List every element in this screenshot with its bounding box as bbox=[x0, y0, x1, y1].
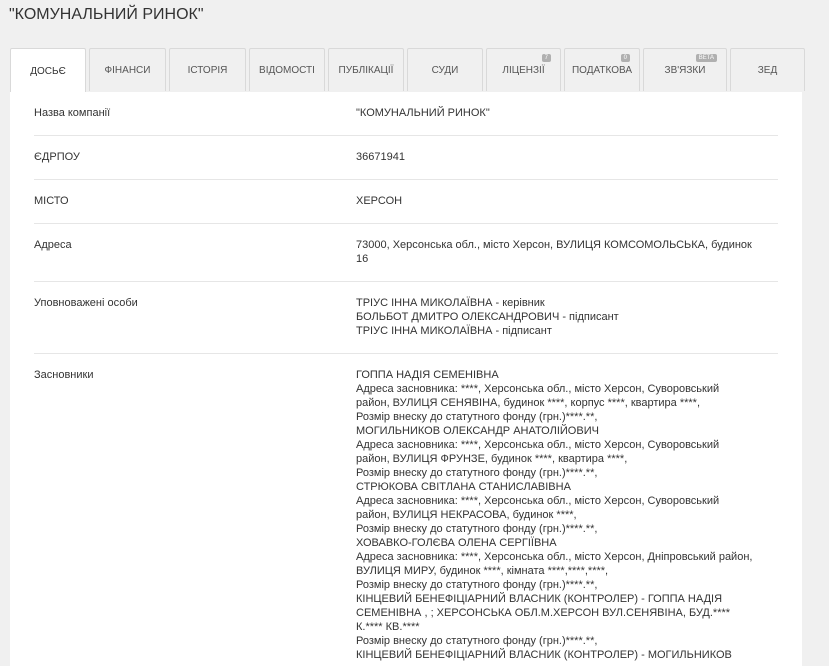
founder-line: К.**** КВ.**** bbox=[356, 621, 420, 633]
field-value: 73000, Херсонська обл., місто Херсон, ВУ… bbox=[356, 238, 770, 266]
row-address: Адреса 73000, Херсонська обл., місто Хер… bbox=[34, 224, 778, 282]
field-value: ГОППА НАДІЯ СЕМЕНІВНА Адреса засновника:… bbox=[356, 368, 770, 662]
tab-label: ФІНАНСИ bbox=[104, 64, 151, 76]
row-founders: Засновники ГОППА НАДІЯ СЕМЕНІВНА Адреса … bbox=[34, 354, 778, 666]
founder-line: Адреса засновника: ****, Херсонська обл.… bbox=[356, 383, 720, 395]
address-line: 73000, Херсонська обл., місто Херсон, ВУ… bbox=[356, 239, 752, 251]
tab-badge: Beta bbox=[695, 54, 717, 62]
tab-label: ЗВ'ЯЗКИ bbox=[664, 64, 706, 76]
founder-line: ВУЛИЦЯ МИРУ, будинок ****, кімната ****,… bbox=[356, 565, 609, 577]
founder-line: Адреса засновника: ****, Херсонська обл.… bbox=[356, 495, 720, 507]
founder-line: район, ВУЛИЦЯ НЕКРАСОВА, будинок ****, bbox=[356, 509, 577, 521]
tab-tax[interactable]: ПОДАТКОВА 0 bbox=[564, 48, 640, 91]
founder-line: Розмір внеску до статутного фонду (грн.)… bbox=[356, 523, 598, 535]
founder-line: МОГИЛЬНИКОВ ОЛЕКСАНДР АНАТОЛІЙОВИЧ bbox=[356, 425, 599, 437]
address-line: 16 bbox=[356, 253, 369, 265]
founder-line: СЕМЕНІВНА , ; ХЕРСОНСЬКА ОБЛ.М.ХЕРСОН ВУ… bbox=[356, 607, 731, 619]
row-company-name: Назва компанії "КОМУНАЛЬНИЙ РИНОК" bbox=[34, 92, 778, 136]
row-city: МІСТО ХЕРСОН bbox=[34, 180, 778, 224]
tab-label: ПУБЛІКАЦІЇ bbox=[338, 64, 394, 76]
field-value: 36671941 bbox=[356, 151, 405, 163]
founder-line: район, ВУЛИЦЯ СЕНЯВІНА, будинок ****, ко… bbox=[356, 397, 701, 409]
row-authorized-persons: Уповноважені особи ТРІУС ІННА МИКОЛАЇВНА… bbox=[34, 282, 778, 354]
page-title: "КОМУНАЛЬНИЙ РИНОК" bbox=[9, 6, 204, 23]
tab-history[interactable]: ІСТОРІЯ bbox=[169, 48, 246, 91]
tab-bar: ДОСЬЄ ФІНАНСИ ІСТОРІЯ ВІДОМОСТІ ПУБЛІКАЦ… bbox=[10, 48, 805, 93]
row-edrpou: ЄДРПОУ 36671941 bbox=[34, 136, 778, 180]
authorized-person: ТРІУС ІННА МИКОЛАЇВНА - керівник bbox=[356, 297, 545, 309]
field-label: Адреса bbox=[34, 239, 72, 251]
tab-label: ЛІЦЕНЗІЇ bbox=[502, 64, 545, 76]
field-label: ЄДРПОУ bbox=[34, 151, 80, 163]
field-label: Уповноважені особи bbox=[34, 297, 138, 309]
founder-line: СТРЮКОВА СВІТЛАНА СТАНИСЛАВІВНА bbox=[356, 481, 571, 493]
founder-line: ГОППА НАДІЯ СЕМЕНІВНА bbox=[356, 369, 499, 381]
founder-line: КІНЦЕВИЙ БЕНЕФІЦІАРНИЙ ВЛАСНИК (КОНТРОЛЕ… bbox=[356, 649, 732, 661]
tab-label: ВІДОМОСТІ bbox=[259, 64, 315, 76]
tab-publications[interactable]: ПУБЛІКАЦІЇ bbox=[328, 48, 404, 91]
tab-records[interactable]: ВІДОМОСТІ bbox=[249, 48, 325, 91]
tab-courts[interactable]: СУДИ bbox=[407, 48, 483, 91]
field-label: МІСТО bbox=[34, 195, 69, 207]
founder-line: ХОВАВКО-ГОЛЄВА ОЛЕНА СЕРГІЇВНА bbox=[356, 537, 557, 549]
tab-badge: 7 bbox=[541, 54, 551, 62]
authorized-person: ТРІУС ІННА МИКОЛАЇВНА - підписант bbox=[356, 325, 552, 337]
tab-badge: 0 bbox=[620, 54, 630, 62]
dossier-panel: Назва компанії "КОМУНАЛЬНИЙ РИНОК" ЄДРПО… bbox=[10, 92, 802, 666]
tab-label: ІСТОРІЯ bbox=[187, 64, 228, 76]
tab-label: ПОДАТКОВА bbox=[571, 64, 632, 76]
tab-label: ЗЕД bbox=[757, 64, 778, 76]
field-label: Засновники bbox=[34, 369, 94, 381]
field-label: Назва компанії bbox=[34, 107, 111, 119]
tab-dossier[interactable]: ДОСЬЄ bbox=[10, 48, 86, 93]
tab-zed[interactable]: ЗЕД bbox=[730, 48, 805, 91]
field-value: ТРІУС ІННА МИКОЛАЇВНА - керівник БОЛЬБОТ… bbox=[356, 296, 770, 338]
authorized-person: БОЛЬБОТ ДМИТРО ОЛЕКСАНДРОВИЧ - підписант bbox=[356, 311, 619, 323]
founder-line: Адреса засновника: ****, Херсонська обл.… bbox=[356, 551, 753, 563]
founder-line: район, ВУЛИЦЯ ФРУНЗЕ, будинок ****, квар… bbox=[356, 453, 628, 465]
field-value: ХЕРСОН bbox=[356, 195, 403, 207]
founder-line: Розмір внеску до статутного фонду (грн.)… bbox=[356, 579, 598, 591]
founder-line: Розмір внеску до статутного фонду (грн.)… bbox=[356, 467, 598, 479]
founder-line: Розмір внеску до статутного фонду (грн.)… bbox=[356, 411, 598, 423]
founder-line: КІНЦЕВИЙ БЕНЕФІЦІАРНИЙ ВЛАСНИК (КОНТРОЛЕ… bbox=[356, 593, 723, 605]
tab-label: СУДИ bbox=[431, 64, 459, 76]
founder-line: Адреса засновника: ****, Херсонська обл.… bbox=[356, 439, 720, 451]
founder-line: Розмір внеску до статутного фонду (грн.)… bbox=[356, 635, 598, 647]
tab-licenses[interactable]: ЛІЦЕНЗІЇ 7 bbox=[486, 48, 561, 91]
tab-finance[interactable]: ФІНАНСИ bbox=[89, 48, 166, 91]
field-value: "КОМУНАЛЬНИЙ РИНОК" bbox=[356, 107, 490, 119]
tab-label: ДОСЬЄ bbox=[30, 65, 66, 77]
tab-connections[interactable]: ЗВ'ЯЗКИ Beta bbox=[643, 48, 727, 91]
